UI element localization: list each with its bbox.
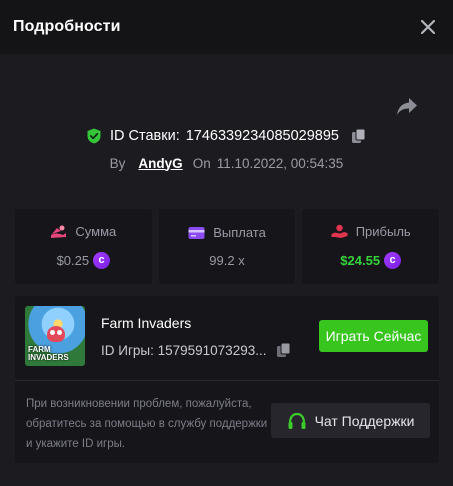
support-button-label: Чат Поддержки: [314, 412, 415, 429]
stats-row: Сумма $0.25 c Выплата 99.2 x Прибыль $24…: [15, 209, 440, 284]
credit-card-icon: [188, 226, 205, 239]
support-chat-button[interactable]: Чат Поддержки: [271, 403, 430, 438]
game-thumbnail-logo: FARM INVADERS: [28, 346, 69, 362]
stat-amount-label: Сумма: [75, 224, 117, 239]
stat-payout-header: Выплата: [188, 225, 266, 240]
stat-payout-label: Выплата: [213, 225, 266, 240]
coin-icon: c: [384, 252, 402, 269]
hand-coin-icon: [331, 224, 348, 238]
game-name: Farm Invaders: [101, 315, 192, 331]
stat-payout: Выплата 99.2 x: [158, 209, 296, 284]
close-icon: [421, 20, 435, 34]
game-thumbnail-alien: [47, 326, 65, 342]
stat-profit: Прибыль $24.55 c: [302, 209, 440, 284]
game-card: FARM INVADERS Farm Invaders ID Игры: 157…: [15, 296, 439, 463]
card-divider: [15, 380, 439, 381]
share-icon: [397, 98, 417, 115]
stat-amount-header: Сумма: [50, 224, 116, 239]
by-label: By: [109, 155, 126, 171]
on-label: On: [192, 155, 211, 171]
modal-header: Подробности: [0, 0, 453, 54]
bet-datetime: 11.10.2022, 00:54:35: [216, 155, 344, 171]
headset-icon: [288, 412, 306, 429]
game-id-row: ID Игры: 1579591073293...: [101, 342, 292, 358]
shield-check-icon: [87, 128, 101, 144]
coins-icon: [51, 225, 67, 238]
game-id-label: ID Игры:: [101, 342, 154, 358]
stat-payout-value-row: 99.2 x: [209, 253, 244, 268]
stat-profit-header: Прибыль: [331, 224, 411, 239]
stat-profit-value: $24.55: [340, 253, 381, 268]
play-now-button[interactable]: Играть Сейчас: [319, 320, 428, 352]
modal-title: Подробности: [13, 18, 121, 35]
stat-amount-value-row: $0.25 c: [57, 252, 111, 269]
support-help-text: При возникновении проблем, пожалуйста, о…: [26, 398, 268, 450]
share-button[interactable]: [395, 96, 419, 118]
game-thumbnail[interactable]: FARM INVADERS: [25, 306, 85, 366]
copy-icon[interactable]: [351, 128, 367, 144]
game-id-value: 1579591073293...: [157, 342, 267, 358]
bet-meta-row: By AndyG On 11.10.2022, 00:54:35: [0, 153, 453, 173]
stat-amount-value: $0.25: [56, 253, 90, 268]
stat-profit-label: Прибыль: [355, 224, 411, 239]
stat-profit-value-row: $24.55 c: [340, 252, 402, 269]
close-button[interactable]: [417, 16, 439, 38]
bet-id-label: ID Ставки:: [110, 128, 180, 144]
bet-id-row: ID Ставки: 1746339234085029895: [0, 126, 453, 146]
copy-icon[interactable]: [276, 342, 292, 358]
stat-amount: Сумма $0.25 c: [15, 209, 152, 284]
user-link[interactable]: AndyG: [138, 156, 182, 171]
stat-payout-value: 99.2 x: [209, 253, 245, 268]
game-thumbnail-text-mid: INVADERS: [28, 353, 69, 362]
bet-id-value: 1746339234085029895: [185, 128, 339, 144]
coin-icon: c: [93, 252, 111, 269]
